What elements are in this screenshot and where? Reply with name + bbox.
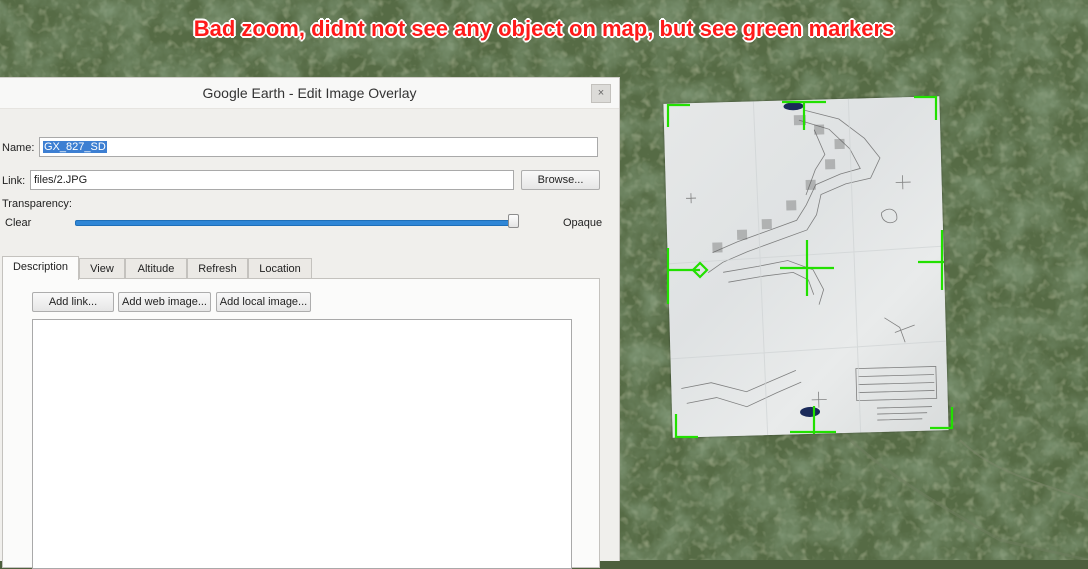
add-local-image-button[interactable]: Add local image... [216, 292, 311, 312]
description-panel: Add link... Add web image... Add local i… [2, 278, 600, 569]
edit-image-overlay-dialog: Google Earth - Edit Image Overlay × Name… [0, 77, 620, 569]
browse-button[interactable]: Browse... [521, 170, 600, 190]
description-textarea[interactable] [32, 319, 572, 569]
name-label: Name: [2, 142, 35, 154]
tab-description[interactable]: Description [2, 256, 79, 280]
dialog-titlebar[interactable]: Google Earth - Edit Image Overlay × [0, 78, 619, 109]
link-field[interactable]: files/2.JPG [30, 170, 514, 190]
add-link-button[interactable]: Add link... [32, 292, 114, 312]
transparency-slider[interactable] [75, 220, 517, 226]
close-icon[interactable]: × [591, 84, 611, 103]
clear-label: Clear [5, 217, 32, 229]
tab-location[interactable]: Location [248, 258, 312, 279]
add-web-image-button[interactable]: Add web image... [118, 292, 211, 312]
tab-altitude[interactable]: Altitude [125, 258, 187, 279]
link-label: Link: [2, 175, 26, 187]
opaque-label: Opaque [563, 217, 603, 229]
transparency-slider-handle[interactable] [508, 214, 519, 228]
name-value: GX_827_SD [43, 141, 107, 153]
transparency-label: Transparency: [2, 198, 72, 210]
tab-view[interactable]: View [79, 258, 125, 279]
dialog-title: Google Earth - Edit Image Overlay [202, 85, 417, 101]
tab-refresh[interactable]: Refresh [187, 258, 248, 279]
name-field[interactable]: GX_827_SD [39, 137, 598, 157]
